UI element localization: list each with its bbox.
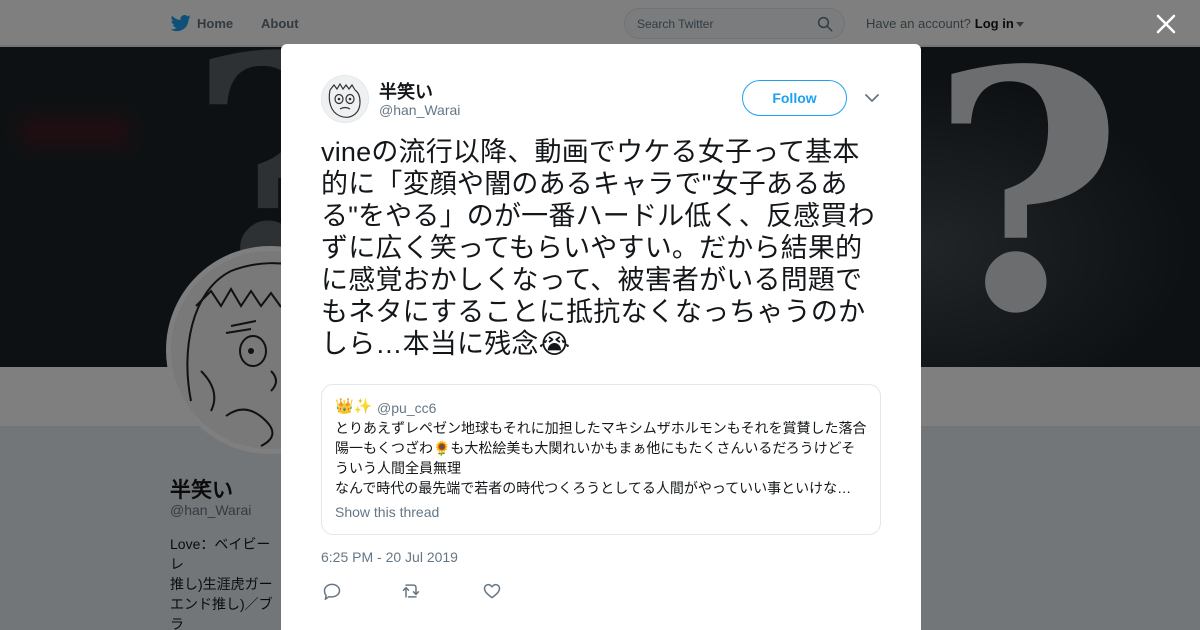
close-icon[interactable]: [1153, 11, 1179, 37]
quote-author-handle: @pu_cc6: [377, 400, 437, 416]
like-icon[interactable]: [482, 581, 502, 601]
show-thread-link[interactable]: Show this thread: [335, 504, 439, 520]
author-avatar[interactable]: [321, 75, 369, 123]
quote-text-line: なんで時代の最先端で若者の時代つくろうとしてる人間がやっていい事といけな…: [335, 480, 852, 496]
quote-text-line: ういう人間全員無理: [335, 460, 461, 476]
author-name[interactable]: 半笑い: [379, 78, 433, 104]
quote-text-line: とりあえずレペゼン地球もそれに加担したマキシムザホルモンもそれを賞賛した落合: [335, 420, 867, 436]
quote-author-emoji: 👑✨: [335, 398, 373, 415]
author-handle[interactable]: @han_Warai: [379, 102, 460, 118]
author-avatar-drawing: [322, 76, 368, 122]
tweet-modal: 半笑い @han_Warai Follow vineの流行以降、動画でウケる女子…: [281, 44, 921, 630]
quoted-tweet[interactable]: 👑✨ @pu_cc6 とりあえずレペゼン地球もそれに加担したマキシムザホルモンも…: [321, 384, 881, 535]
follow-button[interactable]: Follow: [742, 80, 847, 116]
reply-icon[interactable]: [322, 581, 342, 601]
quote-text: とりあえずレペゼン地球もそれに加担したマキシムザホルモンもそれを賞賛した落合 陽…: [335, 418, 869, 498]
retweet-icon[interactable]: [401, 581, 421, 601]
tweet-timestamp[interactable]: 6:25 PM - 20 Jul 2019: [321, 549, 458, 565]
quote-text-line: 陽一もくつざわ🌻も大松絵美も大関れいかもまぁ他にもたくさんいるだろうけどそ: [335, 440, 856, 456]
chevron-down-icon[interactable]: [865, 93, 879, 103]
tweet-text: vineの流行以降、動画でウケる女子って基本的に「変顔や闇のあるキャラで"女子あ…: [321, 137, 875, 359]
